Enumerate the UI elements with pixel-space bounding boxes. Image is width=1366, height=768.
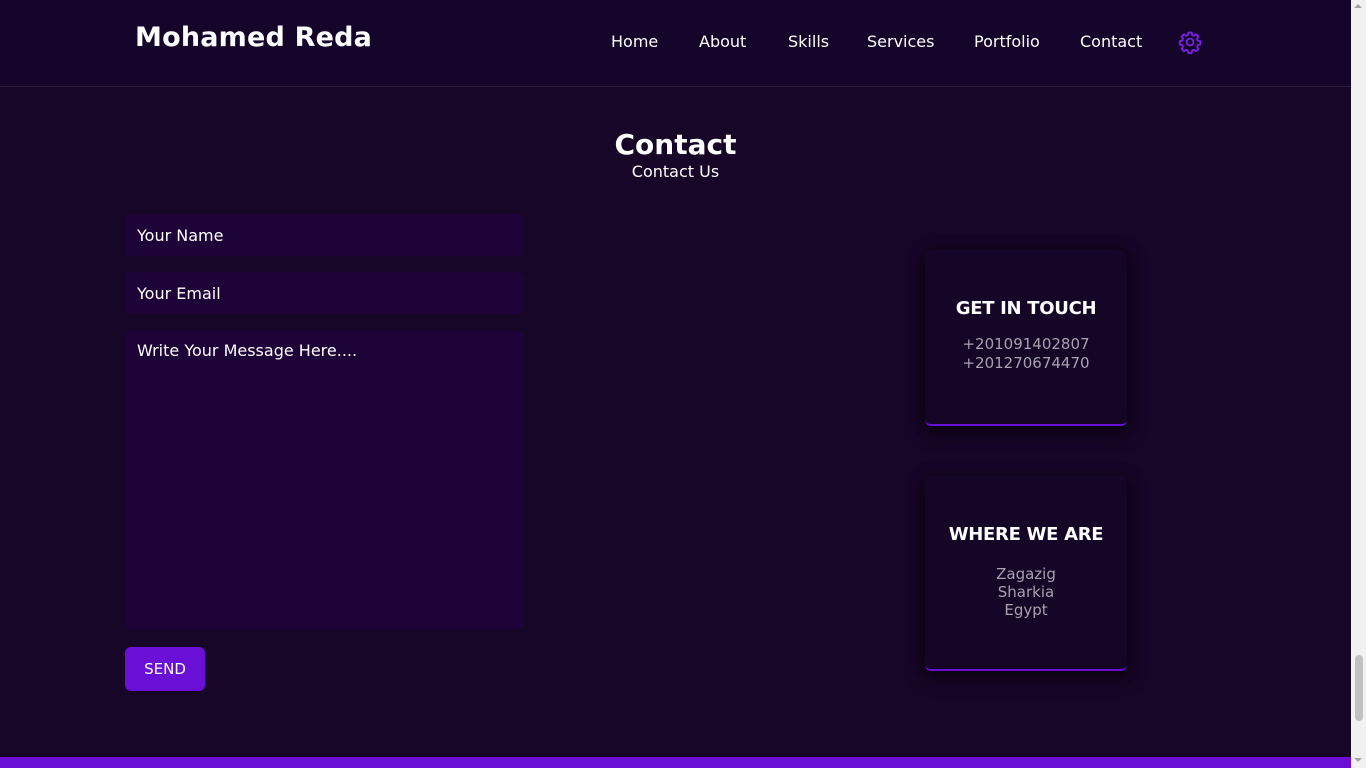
phone-number: +201091402807: [962, 335, 1090, 353]
footer-accent-bar: [0, 757, 1351, 768]
address-line: Egypt: [1004, 601, 1048, 619]
page-scrollbar[interactable]: [1351, 0, 1366, 768]
nav-contact[interactable]: Contact: [1080, 32, 1142, 51]
nav-home[interactable]: Home: [611, 32, 658, 51]
send-button[interactable]: SEND: [125, 647, 205, 691]
card-title: GET IN TOUCH: [955, 298, 1097, 319]
nav-skills[interactable]: Skills: [788, 32, 829, 51]
scroll-up-arrow-icon[interactable]: [1354, 4, 1362, 8]
section-subtitle: Contact Us: [631, 162, 720, 181]
address-line: Sharkia: [997, 583, 1055, 601]
site-header: Mohamed Reda Home About Skills Services …: [0, 0, 1351, 87]
section-title: Contact: [614, 128, 737, 161]
message-field[interactable]: [125, 331, 524, 629]
brand-logo[interactable]: Mohamed Reda: [135, 22, 372, 53]
phone-number: +201270674470: [962, 354, 1090, 372]
page: Mohamed Reda Home About Skills Services …: [0, 0, 1366, 768]
address-line: Zagazig: [996, 565, 1056, 583]
nav-services[interactable]: Services: [867, 32, 934, 51]
nav-about[interactable]: About: [699, 32, 746, 51]
phone-list: +201091402807 +201270674470: [925, 335, 1127, 373]
gear-icon[interactable]: [1178, 30, 1202, 54]
scroll-thumb[interactable]: [1355, 655, 1363, 721]
address-list: Zagazig Sharkia Egypt: [925, 565, 1127, 619]
nav-portfolio[interactable]: Portfolio: [974, 32, 1040, 51]
where-we-are-card: WHERE WE ARE Zagazig Sharkia Egypt: [925, 476, 1127, 671]
card-title: WHERE WE ARE: [948, 524, 1104, 545]
name-field[interactable]: [125, 214, 524, 256]
get-in-touch-card: GET IN TOUCH +201091402807 +201270674470: [925, 250, 1127, 426]
scroll-down-arrow-icon[interactable]: [1354, 758, 1362, 762]
email-field[interactable]: [125, 272, 524, 314]
